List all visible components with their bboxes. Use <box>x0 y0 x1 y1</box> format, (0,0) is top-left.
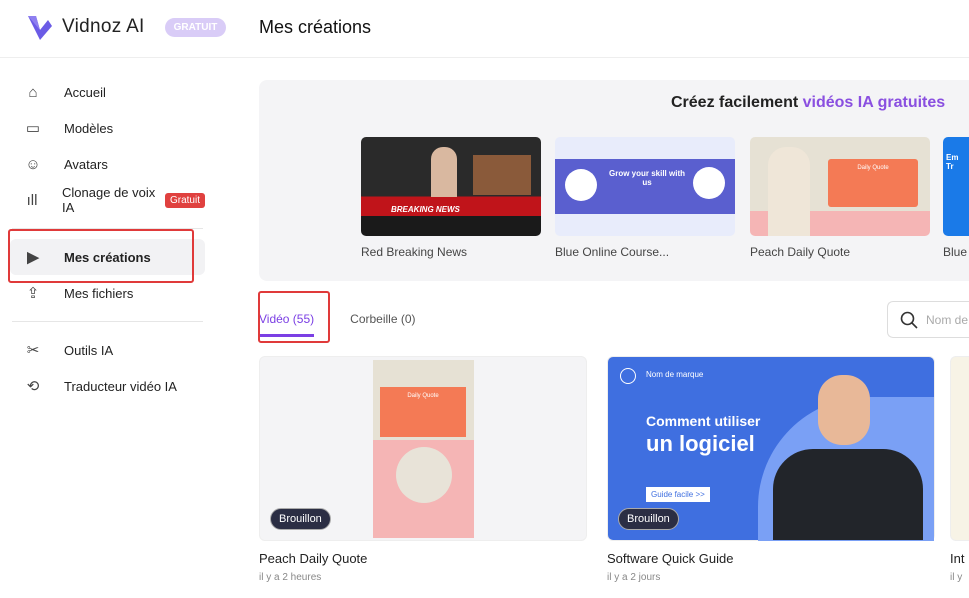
brand-logo[interactable]: Vidnoz AI GRATUIT <box>26 12 227 42</box>
thumb-text: Em Tr <box>946 153 959 171</box>
sidebar-item-mes-fichiers[interactable]: ⇪ Mes fichiers <box>10 275 205 311</box>
sidebar-item-clonage-voix[interactable]: ıll Clonage de voix IA Gratuit <box>10 182 205 218</box>
search-icon <box>900 311 918 329</box>
upload-icon: ⇪ <box>26 285 40 302</box>
template-card[interactable]: Grow your skill with us Blue Online Cour… <box>555 137 735 259</box>
video-title: Int <box>950 551 965 566</box>
video-title: Peach Daily Quote <box>259 551 368 566</box>
vidnoz-logo-icon <box>28 16 52 40</box>
template-icon: ▭ <box>25 120 41 137</box>
thumb-brand: Nom de marque <box>646 370 704 379</box>
template-thumbnail: Grow your skill with us <box>555 137 735 236</box>
home-icon: ⌂ <box>28 83 38 101</box>
voice-icon: ıll <box>26 191 38 209</box>
video-card[interactable]: Nom de marque Comment utiliser un logici… <box>607 356 935 583</box>
template-card[interactable]: Daily Quote Peach Daily Quote <box>750 137 930 259</box>
brand-name: Vidnoz AI <box>62 16 145 37</box>
sidebar-item-avatars[interactable]: ☺ Avatars <box>10 146 205 182</box>
video-time: il y <box>950 572 963 583</box>
video-card[interactable]: Int il y <box>950 356 969 583</box>
video-thumbnail <box>950 356 969 541</box>
template-name: Blue <box>943 245 968 259</box>
sidebar-item-mes-creations[interactable]: ▶ Mes créations <box>8 229 205 283</box>
tab-corbeille[interactable]: Corbeille (0) <box>350 312 415 337</box>
template-card[interactable]: BREAKING NEWS Red Breaking News <box>361 137 541 259</box>
page-title: Mes créations <box>259 17 372 37</box>
thumb-button: Guide facile >> <box>646 487 710 502</box>
video-time: il y a 2 heures <box>259 572 322 583</box>
search-placeholder: Nom de <box>926 312 969 327</box>
avatar-icon: ☺ <box>25 155 41 173</box>
template-name: Peach Daily Quote <box>750 245 851 259</box>
play-icon: ▶ <box>27 249 39 266</box>
template-thumbnail: BREAKING NEWS <box>361 137 541 236</box>
search-input[interactable]: Nom de <box>887 301 969 338</box>
sidebar-item-label: Clonage de voix IA <box>62 185 156 215</box>
video-title: Software Quick Guide <box>607 551 734 566</box>
sidebar-item-accueil[interactable]: ⌂ Accueil <box>10 74 205 110</box>
sidebar-item-modeles[interactable]: ▭ Modèles <box>10 110 205 146</box>
highlight-box <box>258 291 330 343</box>
sidebar-item-label: Modèles <box>64 120 114 136</box>
template-card[interactable]: Em Tr Blue <box>943 137 969 259</box>
status-badge: Brouillon <box>618 508 679 530</box>
free-tag: Gratuit <box>164 192 205 208</box>
status-badge: Brouillon <box>270 508 331 530</box>
template-banner: Créez facilement vidéos IA gratuites BRE… <box>259 80 969 281</box>
free-badge: GRATUIT <box>164 17 227 37</box>
video-time: il y a 2 jours <box>607 572 661 583</box>
sidebar-item-label: Traducteur vidéo IA <box>64 378 177 394</box>
video-card[interactable]: Daily Quote Brouillon Peach Daily Quote … <box>259 356 587 583</box>
sidebar-item-label: Avatars <box>64 156 108 172</box>
sidebar-item-label: Mes créations <box>64 249 151 265</box>
video-thumbnail: Daily Quote Brouillon <box>259 356 587 541</box>
template-name: Red Breaking News <box>361 245 468 259</box>
banner-title-text: Créez facilement <box>671 94 803 111</box>
thumb-text: Daily Quote <box>407 393 439 399</box>
sidebar-item-label: Outils IA <box>64 342 114 358</box>
tools-icon: ✂ <box>26 342 40 359</box>
thumb-text: Daily Quote <box>857 165 889 171</box>
thumb-text: BREAKING NEWS <box>391 205 460 214</box>
thumb-line: Comment utiliser <box>646 413 761 429</box>
sidebar-item-label: Mes fichiers <box>64 285 134 301</box>
banner-title: Créez facilement vidéos IA gratuites <box>671 94 945 112</box>
template-name: Blue Online Course... <box>555 245 670 259</box>
thumb-line: un logiciel <box>646 431 755 456</box>
banner-title-highlight: vidéos IA gratuites <box>802 94 946 111</box>
sidebar-item-label: Accueil <box>64 84 106 100</box>
template-thumbnail: Daily Quote <box>750 137 930 236</box>
sidebar-item-outils-ia[interactable]: ✂ Outils IA <box>10 332 205 368</box>
top-bar: Vidnoz AI GRATUIT Mes créations <box>0 0 969 58</box>
video-thumbnail: Nom de marque Comment utiliser un logici… <box>607 356 935 541</box>
translate-icon: ⟲ <box>26 378 40 395</box>
sidebar-item-traducteur[interactable]: ⟲ Traducteur vidéo IA <box>10 368 205 404</box>
sidebar: ⌂ Accueil ▭ Modèles ☺ Avatars ıll Clonage de… <box>0 74 215 404</box>
template-thumbnail: Em Tr <box>943 137 969 236</box>
divider <box>12 321 203 322</box>
thumb-text: Grow your skill with us <box>608 169 685 187</box>
